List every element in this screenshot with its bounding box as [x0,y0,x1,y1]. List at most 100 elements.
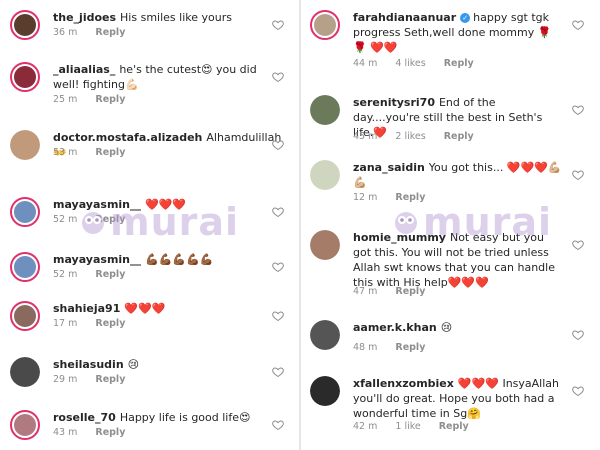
comment-timestamp: 29 m [53,374,78,385]
heart-outline-icon[interactable] [572,329,584,341]
reply-button[interactable]: Reply [395,342,425,353]
avatar[interactable] [310,10,340,40]
comment-body: _aliaalias_ he's the cutest😍 you did well… [53,62,263,92]
reply-button[interactable]: Reply [444,58,474,69]
comment-meta: 53 m Reply [53,147,143,158]
comment-text: His smiles like yours [120,11,232,24]
comment-timestamp: 52 m [53,214,78,225]
avatar-image [310,230,340,260]
comment-text: Happy life is good life😍 [119,411,251,424]
comment-body: xfallenxzombiex ❤️❤️❤️ InsyaAllah you'll … [353,376,563,421]
avatar-image [310,160,340,190]
avatar-image [310,95,340,125]
comment-meta: 43 m Reply [53,427,143,438]
comment-meta: 52 m Reply [53,269,143,280]
avatar-image [314,14,336,36]
reply-button[interactable]: Reply [95,147,125,158]
comment-timestamp: 52 m [53,269,78,280]
comment-like-count[interactable]: 4 likes [395,58,425,69]
comment-body: aamer.k.khan 😢 [353,320,563,335]
avatar-image [10,357,40,387]
comment-username[interactable]: farahdianaanuar [353,11,456,24]
heart-outline-icon[interactable] [572,169,584,181]
avatar[interactable] [10,62,40,92]
comment-timestamp: 48 m [353,342,378,353]
avatar-image [14,305,36,327]
comment-username[interactable]: serenitysri70 [353,96,435,109]
avatar[interactable] [10,10,40,40]
avatar[interactable] [10,130,40,160]
heart-outline-icon[interactable] [572,239,584,251]
comment-body: farahdianaanuar ✓ happy sgt tgk progress S… [353,10,563,55]
avatar[interactable] [10,301,40,331]
avatar-image [14,14,36,36]
reply-button[interactable]: Reply [395,192,425,203]
avatar[interactable] [310,376,340,406]
comment-username[interactable]: doctor.mostafa.alizadeh [53,131,202,144]
comment-username[interactable]: xfallenxzombiex [353,377,454,390]
comment-text: ❤️❤️❤️ [124,302,166,315]
avatar[interactable] [310,160,340,190]
heart-outline-icon[interactable] [272,419,284,431]
reply-button[interactable]: Reply [439,421,469,432]
heart-outline-icon[interactable] [272,19,284,31]
comment-meta: 29 m Reply [53,374,143,385]
comment-username[interactable]: zana_saidin [353,161,425,174]
avatar[interactable] [10,357,40,387]
comment-username[interactable]: roselle_70 [53,411,116,424]
avatar-image [14,201,36,223]
avatar[interactable] [10,252,40,282]
comment-timestamp: 12 m [353,192,378,203]
heart-outline-icon[interactable] [272,366,284,378]
avatar-image [14,256,36,278]
avatar[interactable] [10,410,40,440]
comment-username[interactable]: mayayasmin__ [53,253,141,266]
comment-meta: 25 m Reply [53,94,143,105]
avatar[interactable] [10,197,40,227]
heart-outline-icon[interactable] [572,385,584,397]
reply-button[interactable]: Reply [95,427,125,438]
comment-meta: 44 m 4 likes Reply [353,58,492,69]
avatar-image [14,66,36,88]
comment-username[interactable]: aamer.k.khan [353,321,437,334]
comment-body: shahieja91 ❤️❤️❤️ [53,301,263,316]
comment-like-count[interactable]: 2 likes [395,131,425,142]
heart-outline-icon[interactable] [572,19,584,31]
comment-timestamp: 42 m [353,421,378,432]
comment-meta: 17 m Reply [53,318,143,329]
comment-meta: 45 m 2 likes Reply [353,131,492,142]
comment-username[interactable]: shahieja91 [53,302,120,315]
comment-username[interactable]: sheilasudin [53,358,124,371]
reply-button[interactable]: Reply [395,286,425,297]
reply-button[interactable]: Reply [444,131,474,142]
heart-outline-icon[interactable] [272,206,284,218]
comment-meta: 48 m Reply [353,342,443,353]
comment-username[interactable]: _aliaalias_ [53,63,115,76]
heart-outline-icon[interactable] [272,139,284,151]
reply-button[interactable]: Reply [95,27,125,38]
heart-outline-icon[interactable] [572,104,584,116]
owl-logo-icon [82,212,104,234]
reply-button[interactable]: Reply [95,269,125,280]
comment-text: 😢 [127,358,140,371]
reply-button[interactable]: Reply [95,374,125,385]
heart-outline-icon[interactable] [272,261,284,273]
avatar-image [310,376,340,406]
avatar-image [10,130,40,160]
comment-body: zana_saidin You got this... ❤️❤️❤️💪🏼 💪🏼 [353,160,563,190]
comment-timestamp: 43 m [53,427,78,438]
comment-meta: 42 m 1 like Reply [353,421,487,432]
avatar[interactable] [310,320,340,350]
comment-body: sheilasudin 😢 [53,357,263,372]
comment-username[interactable]: the_jidoes [53,11,116,24]
reply-button[interactable]: Reply [95,94,125,105]
avatar-image [310,320,340,350]
heart-outline-icon[interactable] [272,71,284,83]
reply-button[interactable]: Reply [95,318,125,329]
comment-timestamp: 17 m [53,318,78,329]
comment-like-count[interactable]: 1 like [395,421,420,432]
heart-outline-icon[interactable] [272,310,284,322]
avatar[interactable] [310,230,340,260]
comment-body: roselle_70 Happy life is good life😍 [53,410,263,425]
avatar[interactable] [310,95,340,125]
